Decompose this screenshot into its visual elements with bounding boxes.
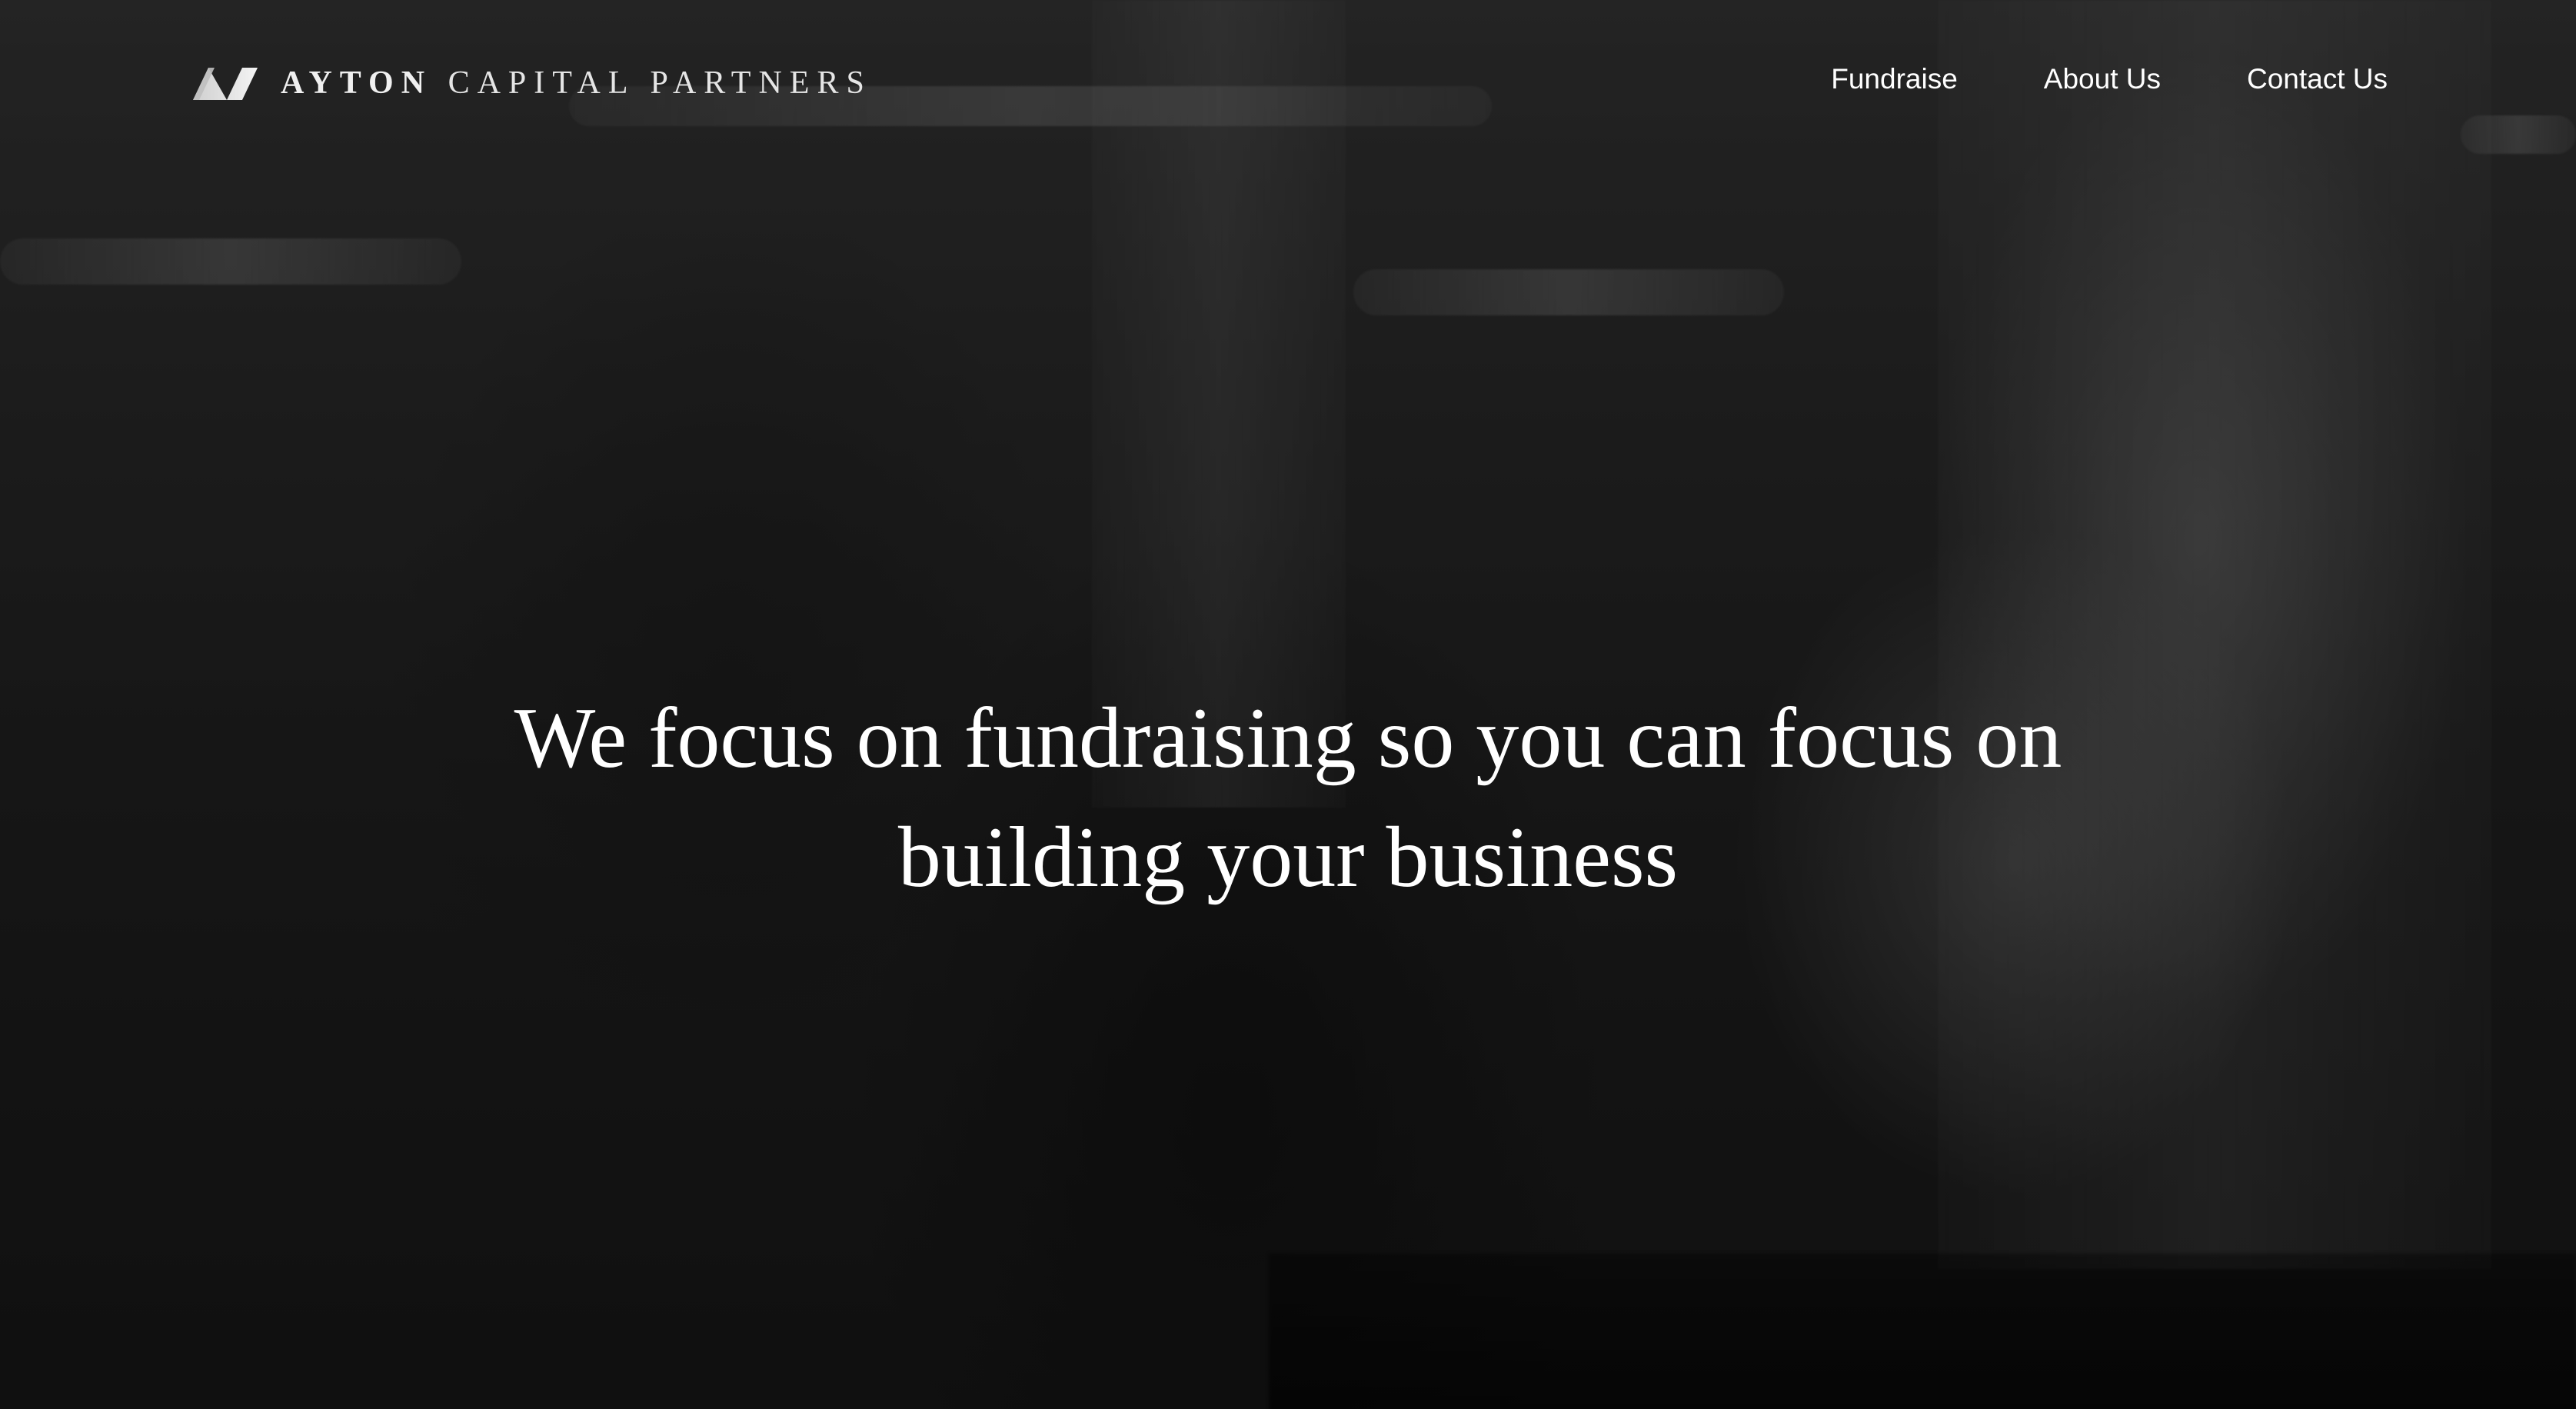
hero-section: AYTON CAPITAL PARTNERS Fundraise About U…	[0, 0, 2576, 1409]
brand-name-primary: AYTON	[281, 65, 433, 101]
main-menu: Fundraise About Us Contact Us	[1831, 65, 2388, 93]
nav-link-contact-us[interactable]: Contact Us	[2247, 65, 2388, 93]
hero-headline-line-2: building your business	[897, 810, 1679, 906]
brand-name-secondary: CAPITAL PARTNERS	[448, 65, 872, 101]
hero-headline-line-1: We focus on fundraising so you can focus…	[514, 691, 2062, 787]
nav-link-about-us[interactable]: About Us	[2044, 65, 2161, 93]
ayton-logo-icon	[193, 68, 258, 100]
nav-link-fundraise[interactable]: Fundraise	[1831, 65, 1958, 93]
top-navigation: AYTON CAPITAL PARTNERS Fundraise About U…	[0, 49, 2576, 111]
brand-wordmark: AYTON CAPITAL PARTNERS	[281, 67, 872, 99]
hero-headline: We focus on fundraising so you can focus…	[0, 679, 2576, 918]
brand-logo-link[interactable]: AYTON CAPITAL PARTNERS	[188, 63, 872, 103]
